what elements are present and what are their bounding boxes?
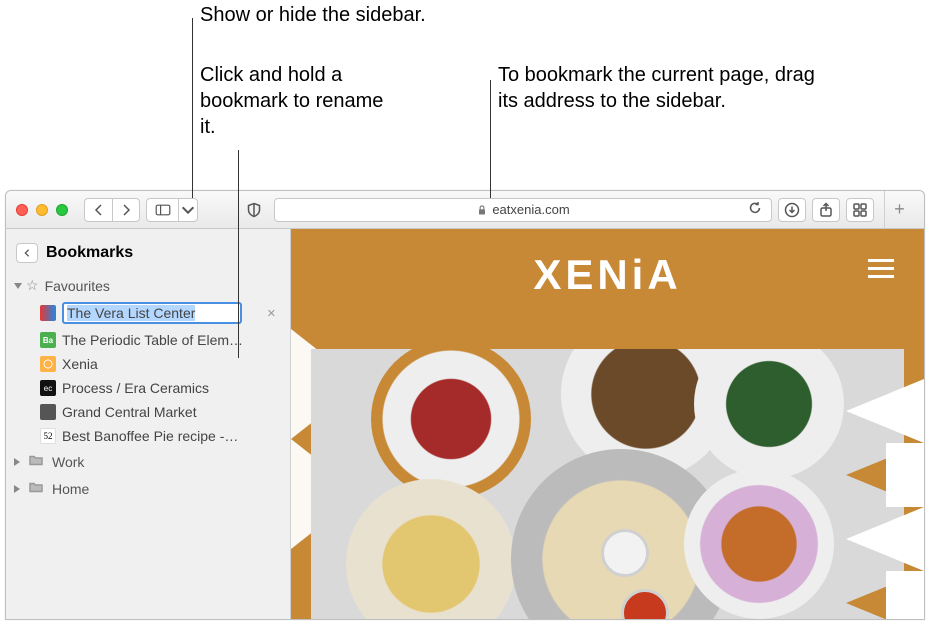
minimize-window-button[interactable] [36,204,48,216]
hero-image [311,349,904,619]
shield-icon [246,202,262,218]
bookmarks-sidebar: Bookmarks ☆ Favourites The Vera List Cen… [6,229,291,619]
bookmark-folder-work[interactable]: Work [6,448,290,475]
bookmark-item[interactable]: ec Process / Era Ceramics [36,376,290,400]
callout-rename: Click and hold a bookmark to rename it. [200,62,400,140]
bookmark-label: Process / Era Ceramics [62,380,209,396]
folder-label: Home [52,481,89,497]
chevron-left-icon [22,248,32,258]
sidebar-toggle-button[interactable] [146,198,178,222]
page-content: XENiA [291,229,924,619]
bookmark-label: The Vera List Center [67,305,195,321]
disclosure-triangle-right-icon [14,458,20,466]
forward-button[interactable] [112,198,140,222]
downloads-button[interactable] [778,198,806,222]
chevron-right-icon [118,202,134,218]
bookmark-rename-input[interactable]: The Vera List Center [62,302,242,324]
tab-overview-button[interactable] [846,198,874,222]
bookmark-item[interactable]: Xenia [36,352,290,376]
sidebar-back-button[interactable] [16,243,38,263]
sidebar-title: Bookmarks [46,244,133,262]
disclosure-triangle-down-icon [14,283,22,289]
address-text: eatxenia.com [492,202,569,217]
disclosure-triangle-right-icon [14,485,20,493]
clear-text-button[interactable]: ✕ [267,307,280,320]
lock-icon [476,204,488,216]
window-controls [16,204,68,216]
favicon [40,356,56,372]
favicon [40,404,56,420]
site-logo-text: XENiA [291,229,924,309]
bookmark-label: Best Banoffee Pie recipe -… [62,428,238,444]
share-icon [818,202,834,218]
folder-icon [28,452,44,471]
chevron-down-icon [180,202,196,218]
callout-line [192,18,193,198]
close-window-button[interactable] [16,204,28,216]
zoom-window-button[interactable] [56,204,68,216]
favicon: 52 [40,428,56,444]
plus-icon: + [894,199,905,220]
share-button[interactable] [812,198,840,222]
favourites-label: Favourites [45,278,110,294]
chevron-left-icon [91,202,107,218]
folder-label: Work [52,454,84,470]
reload-icon [747,200,763,216]
download-icon [784,202,800,218]
bookmark-item[interactable]: 52 Best Banoffee Pie recipe -… [36,424,290,448]
grid-icon [852,202,868,218]
callout-bookmark-drag: To bookmark the current page, drag its a… [498,62,818,114]
sidebar-icon [155,202,171,218]
new-tab-button[interactable]: + [884,191,914,229]
callout-line [490,80,491,198]
bookmark-label: Grand Central Market [62,404,197,420]
star-icon: ☆ [26,277,39,294]
site-menu-button[interactable] [868,259,894,278]
favicon: Ba [40,332,56,348]
privacy-report-button[interactable] [240,202,268,218]
bookmark-item-editing[interactable]: The Vera List Center ✕ [36,298,290,328]
bookmark-label: Xenia [62,356,98,372]
favourites-folder[interactable]: ☆ Favourites [6,273,290,298]
sidebar-menu-button[interactable] [178,198,198,222]
bookmark-folder-home[interactable]: Home [6,475,290,502]
address-bar[interactable]: eatxenia.com [274,198,772,222]
toolbar: eatxenia.com [6,191,924,229]
bookmark-label: The Periodic Table of Elem… [62,332,243,348]
favicon [40,305,56,321]
callout-sidebar-toggle: Show or hide the sidebar. [200,2,426,28]
bookmark-item[interactable]: Ba The Periodic Table of Elem… [36,328,290,352]
hamburger-icon [868,259,894,262]
back-button[interactable] [84,198,112,222]
reload-button[interactable] [747,200,763,219]
safari-window: eatxenia.com [5,190,925,620]
decorative-pattern [846,379,924,619]
favicon: ec [40,380,56,396]
bookmark-item[interactable]: Grand Central Market [36,400,290,424]
folder-icon [28,479,44,498]
